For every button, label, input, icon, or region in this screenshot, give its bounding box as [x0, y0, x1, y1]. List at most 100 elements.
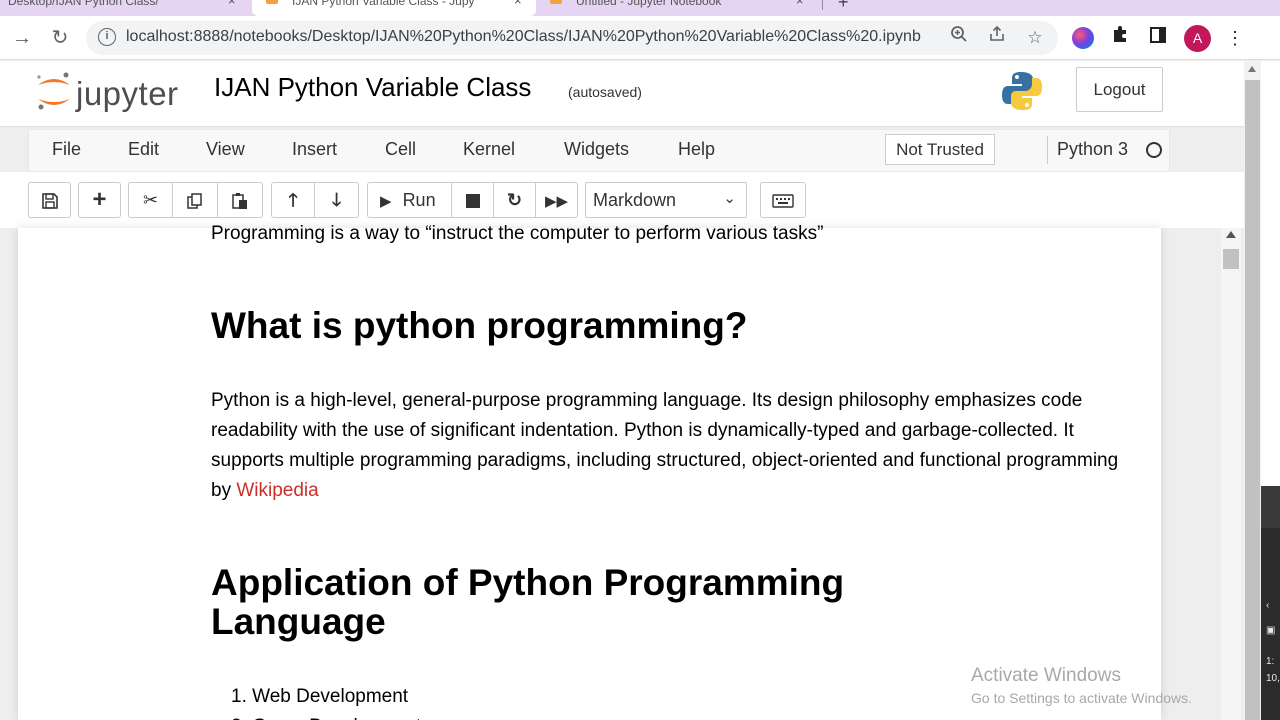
browser-tab-desktop[interactable]: Desktop/IJAN Python Class/ ×: [0, 0, 248, 16]
run-button[interactable]: ▶ Run: [367, 182, 452, 218]
taskbar-tray-icon[interactable]: ▣: [1266, 625, 1275, 636]
url-text[interactable]: localhost:8888/notebooks/Desktop/IJAN%20…: [126, 28, 921, 46]
save-icon: [41, 193, 58, 210]
heading-application-of-python: Application of Python Programming Langua…: [211, 562, 845, 642]
zoom-icon[interactable]: [946, 25, 972, 51]
menu-insert[interactable]: Insert: [292, 139, 337, 160]
list-item: 2. Game Development: [211, 712, 421, 720]
site-info-icon[interactable]: i: [98, 28, 116, 46]
jupyter-logo[interactable]: jupyter: [34, 69, 194, 113]
arrow-up-icon: 🡑: [288, 190, 298, 210]
stop-icon: [465, 194, 480, 209]
paste-button[interactable]: [217, 182, 263, 218]
extensions-puzzle-icon[interactable]: [1106, 24, 1134, 52]
menu-file[interactable]: File: [52, 139, 81, 160]
cell-type-select[interactable]: Markdown ⌄: [585, 182, 747, 218]
profile-avatar[interactable]: A: [1184, 25, 1211, 52]
jupyter-logo-icon: [37, 72, 70, 110]
list-item: 1. Web Development: [231, 686, 409, 707]
screen: Desktop/IJAN Python Class/ × IJAN Python…: [0, 0, 1280, 720]
extension-orb-icon[interactable]: [1072, 27, 1094, 49]
fast-forward-icon: ▶▶: [544, 193, 569, 210]
tab-title: IJAN Python Variable Class - Jupy: [292, 0, 475, 8]
browser-tab-active-notebook[interactable]: IJAN Python Variable Class - Jupy ×: [252, 0, 536, 16]
taskbar-fragment: [1261, 528, 1280, 720]
kernel-separator: [1047, 136, 1048, 164]
notebook-toolbar: + ✂ 🡑 🡓 ▶ Run ↻ ▶▶ Markdown ⌄: [0, 172, 1244, 228]
clock-date: 10,: [1266, 673, 1280, 684]
scroll-up-arrow-icon[interactable]: [1226, 231, 1236, 238]
menu-cell[interactable]: Cell: [385, 139, 416, 160]
restart-icon: ↻: [506, 190, 523, 210]
new-tab-button[interactable]: +: [838, 0, 849, 13]
jupyter-favicon-icon: [550, 0, 562, 4]
browser-tab-strip: Desktop/IJAN Python Class/ × IJAN Python…: [0, 0, 1280, 16]
paste-icon: [232, 193, 247, 210]
run-label: Run: [402, 190, 436, 210]
markdown-paragraph: Python is a high-level, general-purpose …: [211, 386, 1131, 506]
save-button[interactable]: [28, 182, 71, 218]
chevron-left-icon[interactable]: ‹: [1266, 600, 1269, 611]
move-up-button[interactable]: 🡑: [271, 182, 315, 218]
page-scroll-up-arrow-icon[interactable]: [1248, 66, 1256, 72]
activate-windows-title: Activate Windows: [971, 665, 1121, 686]
trust-status-button[interactable]: Not Trusted: [885, 134, 995, 165]
address-bar[interactable]: i localhost:8888/notebooks/Desktop/IJAN%…: [86, 21, 1058, 55]
kernel-name: Python 3: [1057, 139, 1129, 159]
markdown-intro-text: Programming is a way to “instruct the co…: [211, 223, 824, 244]
tab-separator: [822, 0, 823, 10]
header-divider: [0, 126, 1244, 127]
share-icon[interactable]: [984, 25, 1010, 51]
taskbar-fragment: [1261, 486, 1280, 528]
activate-windows-subtitle: Go to Settings to activate Windows.: [971, 690, 1192, 706]
copy-icon: [187, 193, 202, 209]
restart-kernel-button[interactable]: ↻: [493, 182, 536, 218]
browser-toolbar: → ↻ i localhost:8888/notebooks/Desktop/I…: [0, 16, 1280, 60]
clock-time: 1:: [1266, 656, 1275, 667]
applications-list: 1. Web Development 2. Game Development: [211, 682, 421, 720]
bookmark-star-icon[interactable]: ☆: [1022, 25, 1048, 51]
move-down-button[interactable]: 🡓: [314, 182, 359, 218]
heading-what-is-python: What is python programming?: [211, 305, 748, 346]
play-icon: ▶: [380, 193, 392, 210]
cut-button[interactable]: ✂: [128, 182, 173, 218]
arrow-down-icon: 🡓: [331, 190, 342, 210]
page-scrollbar-thumb[interactable]: [1245, 80, 1260, 720]
notebook-menubar: File Edit View Insert Cell Kernel Widget…: [28, 129, 1170, 172]
browser-menu-icon[interactable]: ⋮: [1221, 24, 1249, 52]
reload-icon[interactable]: ↻: [46, 24, 74, 52]
restart-run-all-button[interactable]: ▶▶: [535, 182, 578, 218]
autosave-status: (autosaved): [568, 84, 642, 100]
notebook-scrollbar[interactable]: [1221, 228, 1241, 720]
jupyter-header: jupyter IJAN Python Variable Class (auto…: [0, 61, 1244, 126]
insert-cell-button[interactable]: +: [78, 182, 121, 218]
tab-close-icon[interactable]: ×: [796, 0, 804, 8]
notebook-title[interactable]: IJAN Python Variable Class: [214, 72, 531, 103]
tab-close-icon[interactable]: ×: [228, 0, 236, 8]
tab-title: Untitled - Jupyter Notebook: [576, 0, 722, 8]
interrupt-kernel-button[interactable]: [451, 182, 494, 218]
menu-edit[interactable]: Edit: [128, 139, 159, 160]
jupyter-logo-text: jupyter: [76, 75, 179, 112]
tab-close-icon[interactable]: ×: [514, 0, 522, 8]
browser-tab-untitled[interactable]: Untitled - Jupyter Notebook ×: [538, 0, 820, 16]
logout-button[interactable]: Logout: [1076, 67, 1163, 112]
command-palette-button[interactable]: [760, 182, 806, 218]
menu-kernel[interactable]: Kernel: [463, 139, 515, 160]
plus-icon: +: [92, 186, 107, 213]
scissors-icon: ✂: [142, 190, 159, 210]
menu-help[interactable]: Help: [678, 139, 715, 160]
forward-arrow-icon[interactable]: →: [8, 24, 36, 52]
keyboard-icon: [772, 194, 794, 208]
notebook-scrollbar-thumb[interactable]: [1223, 249, 1239, 269]
side-panel-icon[interactable]: [1144, 24, 1172, 52]
wikipedia-link[interactable]: Wikipedia: [236, 480, 318, 501]
jupyter-favicon-icon: [266, 0, 278, 4]
menu-widgets[interactable]: Widgets: [564, 139, 629, 160]
paragraph-text: Python is a high-level, general-purpose …: [211, 390, 1119, 501]
chevron-down-icon: ⌄: [723, 190, 736, 207]
kernel-idle-indicator-icon: [1146, 142, 1162, 158]
tab-title: Desktop/IJAN Python Class/: [8, 0, 159, 8]
menu-view[interactable]: View: [206, 139, 245, 160]
copy-button[interactable]: [172, 182, 218, 218]
